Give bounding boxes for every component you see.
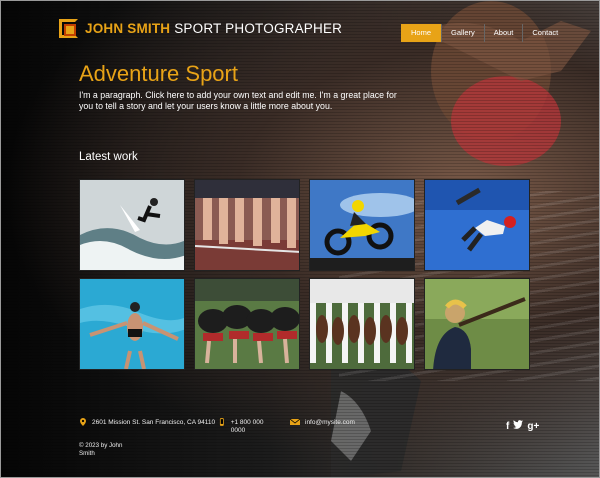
horse-race-photo-icon bbox=[310, 279, 414, 369]
rugby-scrum-photo-icon bbox=[195, 279, 299, 369]
sprinters-photo-icon bbox=[195, 180, 299, 270]
mail-icon bbox=[290, 418, 300, 425]
gallery-item-shooter[interactable] bbox=[424, 278, 530, 370]
copyright: © 2023 by John Smith bbox=[79, 442, 123, 457]
skateboarder-photo-icon bbox=[425, 180, 529, 270]
facebook-icon[interactable]: f bbox=[506, 421, 509, 432]
phone-text: +1 800 000 0000 bbox=[230, 419, 264, 434]
gallery-grid bbox=[79, 179, 531, 370]
logo-name: JOHN SMITH bbox=[85, 21, 171, 36]
gallery-item-motocross[interactable] bbox=[309, 179, 415, 271]
gallery-item-swimmer[interactable] bbox=[79, 278, 185, 370]
twitter-icon[interactable] bbox=[513, 420, 524, 432]
social-links: f g+ bbox=[506, 420, 539, 432]
logo-text: JOHN SMITH SPORT PHOTOGRAPHER bbox=[85, 21, 342, 36]
gallery-item-rugby[interactable] bbox=[194, 278, 300, 370]
latest-work-title: Latest work bbox=[79, 151, 138, 163]
page: JOHN SMITH SPORT PHOTOGRAPHER Home Galle… bbox=[0, 0, 600, 478]
surfer-photo-icon bbox=[80, 180, 184, 270]
gallery-item-skateboarder[interactable] bbox=[424, 179, 530, 271]
main-nav: Home Gallery About Contact bbox=[401, 24, 567, 42]
shooter-photo-icon bbox=[425, 279, 529, 369]
motocross-photo-icon bbox=[310, 180, 414, 270]
footer-phone: +1 800 000 0000 bbox=[218, 418, 278, 435]
nav-contact[interactable]: Contact bbox=[522, 24, 567, 42]
phone-icon bbox=[219, 418, 224, 426]
footer-email[interactable]: info@mysite.com bbox=[290, 418, 355, 426]
nav-home[interactable]: Home bbox=[401, 24, 442, 42]
address-text: 2601 Mission St. San Francisco, CA 94110 bbox=[92, 419, 216, 426]
email-link[interactable]: info@mysite.com bbox=[305, 419, 355, 426]
hero-title: Adventure Sport bbox=[79, 61, 238, 86]
google-plus-icon[interactable]: g+ bbox=[527, 421, 539, 432]
map-pin-icon bbox=[80, 418, 86, 426]
site-logo[interactable]: JOHN SMITH SPORT PHOTOGRAPHER bbox=[59, 19, 342, 38]
hero-paragraph: I'm a paragraph. Click here to add your … bbox=[79, 90, 397, 111]
gallery-item-horse-race[interactable] bbox=[309, 278, 415, 370]
gallery-item-surfer[interactable] bbox=[79, 179, 185, 271]
logo-title: SPORT PHOTOGRAPHER bbox=[174, 21, 343, 36]
nav-about[interactable]: About bbox=[483, 24, 523, 42]
nav-gallery[interactable]: Gallery bbox=[441, 24, 484, 42]
gallery-item-sprinters[interactable] bbox=[194, 179, 300, 271]
swimmer-photo-icon bbox=[80, 279, 184, 369]
footer-address: 2601 Mission St. San Francisco, CA 94110 bbox=[79, 418, 216, 426]
logo-mark-icon bbox=[59, 19, 78, 38]
